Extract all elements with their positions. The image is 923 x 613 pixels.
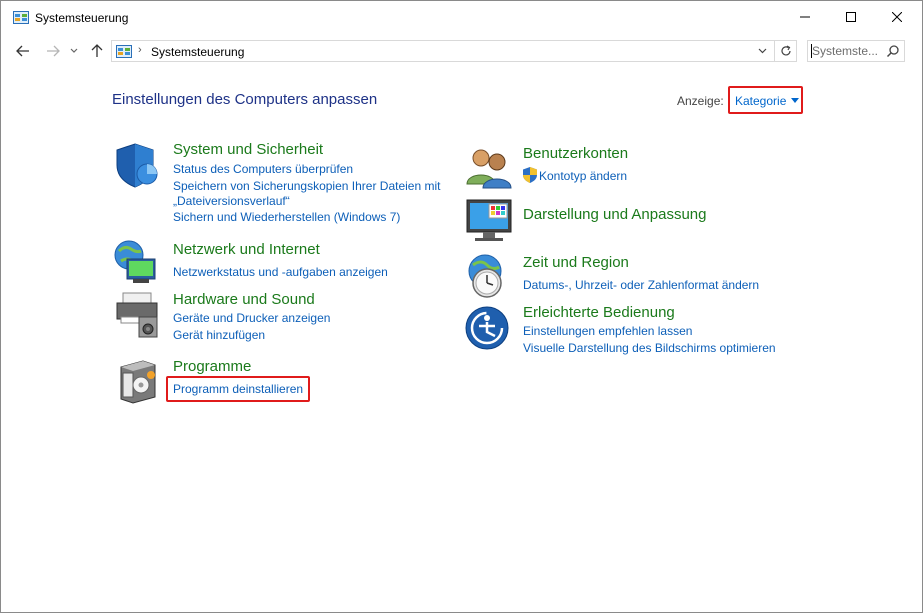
back-button[interactable]	[13, 41, 33, 61]
text-cursor	[811, 44, 812, 58]
address-bar[interactable]: › Systemsteuerung	[111, 40, 797, 62]
search-box[interactable]	[807, 40, 905, 62]
up-button[interactable]	[87, 41, 107, 61]
display-icon[interactable]	[465, 196, 513, 244]
chevron-down-icon	[70, 48, 78, 53]
breadcrumb-item[interactable]: Systemsteuerung	[151, 45, 244, 59]
link-file-history-cont[interactable]: „Dateiversionsverlauf“	[173, 194, 290, 208]
category-user-accounts: Benutzerkonten Kontotyp ändern	[465, 144, 805, 192]
close-button[interactable]	[874, 1, 920, 33]
forward-button[interactable]	[43, 41, 63, 61]
category-title-appearance[interactable]: Darstellung und Anpassung	[523, 206, 706, 223]
window-title: Systemsteuerung	[35, 11, 129, 25]
uninstall-highlight-box	[166, 376, 310, 402]
ease-of-access-icon[interactable]	[465, 304, 513, 352]
category-title-hardware-sound[interactable]: Hardware und Sound	[173, 291, 315, 308]
link-add-device[interactable]: Gerät hinzufügen	[173, 328, 265, 342]
maximize-button[interactable]	[828, 1, 874, 33]
control-panel-window: Systemsteuerung › Systemsteuerung System…	[0, 0, 923, 613]
category-appearance: Darstellung und Anpassung	[465, 196, 805, 244]
programs-icon[interactable]	[113, 357, 161, 405]
category-title-ease-of-access[interactable]: Erleichterte Bedienung	[523, 304, 675, 321]
link-change-account-type[interactable]: Kontotyp ändern	[539, 169, 627, 183]
maximize-icon	[846, 12, 856, 22]
link-devices-printers[interactable]: Geräte und Drucker anzeigen	[173, 311, 330, 325]
chevron-down-icon	[758, 48, 766, 54]
view-label: Anzeige:	[677, 94, 724, 108]
category-clock-region: Zeit und Region Datums-, Uhrzeit- oder Z…	[465, 253, 805, 301]
category-ease-of-access: Erleichterte Bedienung Einstellungen emp…	[465, 304, 805, 356]
network-globe-icon[interactable]	[113, 239, 161, 287]
navigation-bar: › Systemsteuerung	[1, 35, 922, 67]
refresh-button[interactable]	[774, 41, 796, 61]
category-system-security: System und Sicherheit Status des Compute…	[113, 141, 453, 231]
link-date-time-format[interactable]: Datums-, Uhrzeit- oder Zahlenformat ände…	[523, 278, 759, 292]
printer-icon[interactable]	[113, 291, 161, 339]
page-title: Einstellungen des Computers anpassen	[112, 91, 378, 108]
arrow-left-icon	[16, 45, 29, 57]
users-icon[interactable]	[465, 144, 513, 192]
control-panel-icon	[13, 11, 29, 24]
recent-locations-button[interactable]	[67, 41, 81, 61]
minimize-button[interactable]	[782, 1, 828, 33]
uac-shield-icon	[523, 167, 537, 183]
link-optimize-display[interactable]: Visuelle Darstellung des Bildschirms opt…	[523, 341, 776, 355]
category-title-user-accounts[interactable]: Benutzerkonten	[523, 145, 628, 162]
category-title-network-internet[interactable]: Netzwerk und Internet	[173, 241, 320, 258]
minimize-icon	[800, 16, 810, 18]
link-recommend-settings[interactable]: Einstellungen empfehlen lassen	[523, 324, 692, 338]
breadcrumb-separator-icon[interactable]: ›	[138, 44, 142, 56]
link-network-status[interactable]: Netzwerkstatus und -aufgaben anzeigen	[173, 265, 388, 279]
search-input[interactable]	[812, 43, 882, 59]
view-by-dropdown[interactable]: Kategorie	[728, 86, 803, 114]
link-backup-restore[interactable]: Sichern und Wiederherstellen (Windows 7)	[173, 210, 400, 224]
search-icon[interactable]	[886, 44, 900, 58]
refresh-icon	[780, 45, 791, 56]
title-bar: Systemsteuerung	[1, 1, 922, 35]
category-title-system-security[interactable]: System und Sicherheit	[173, 141, 323, 158]
arrow-up-icon	[91, 44, 103, 57]
link-file-history[interactable]: Speichern von Sicherungskopien Ihrer Dat…	[173, 179, 440, 193]
category-hardware-sound: Hardware und Sound Geräte und Drucker an…	[113, 291, 453, 346]
arrow-right-icon	[47, 45, 60, 57]
category-title-programs[interactable]: Programme	[173, 358, 251, 375]
address-history-button[interactable]	[752, 41, 772, 61]
view-by-value[interactable]: Kategorie	[735, 94, 786, 108]
close-icon	[892, 12, 902, 22]
category-network-internet: Netzwerk und Internet Netzwerkstatus und…	[113, 239, 453, 287]
chevron-down-icon	[791, 98, 799, 103]
link-check-status[interactable]: Status des Computers überprüfen	[173, 162, 353, 176]
control-panel-icon	[116, 45, 132, 58]
clock-globe-icon[interactable]	[465, 253, 513, 301]
category-title-clock-region[interactable]: Zeit und Region	[523, 254, 629, 271]
shield-icon[interactable]	[113, 141, 161, 189]
